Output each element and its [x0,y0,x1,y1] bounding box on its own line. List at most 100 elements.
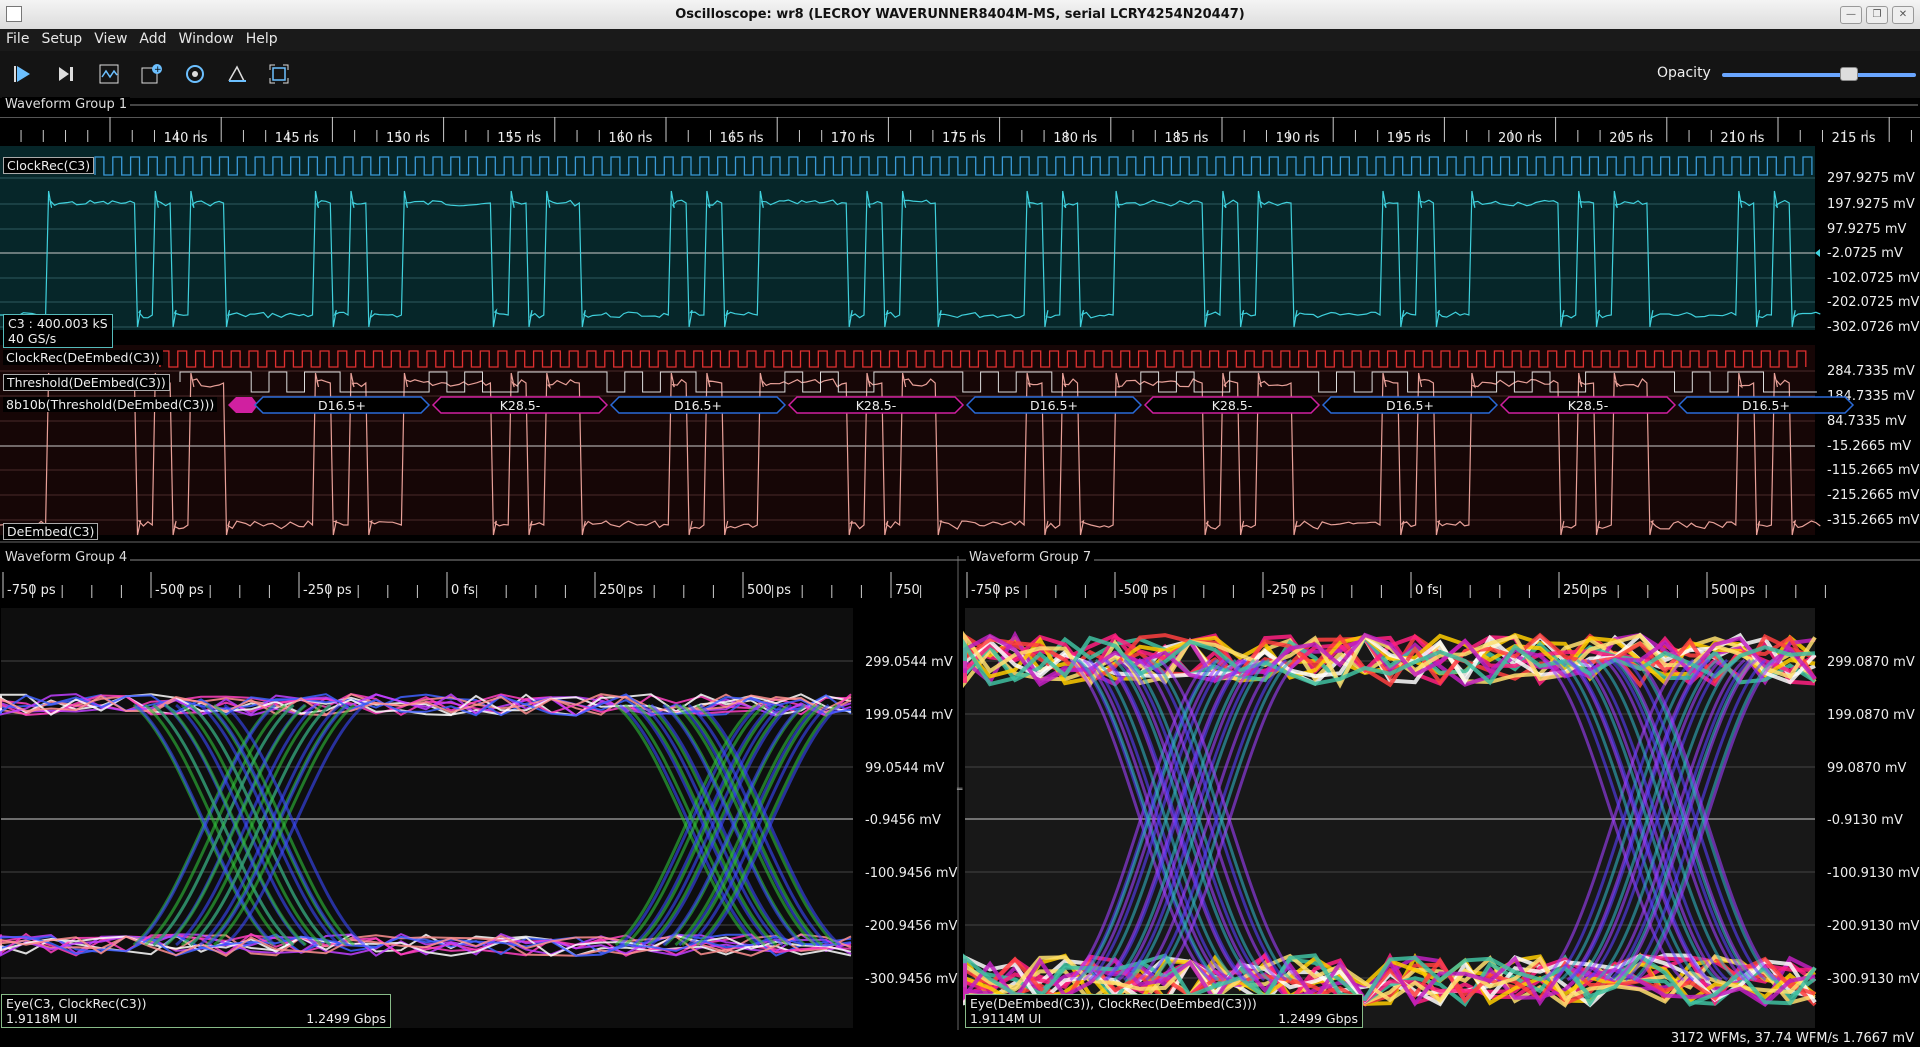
eye7-v-label-2: 99.0870 mV [1827,761,1907,776]
eye4-v-label-5: -200.9456 mV [865,919,958,934]
eye4-bitrate: 1.2499 Gbps [306,1011,386,1026]
time-tick-label-10: 190 ns [1276,131,1320,146]
deembed-v-label-3: -15.2665 mV [1827,439,1911,454]
symbol-1: K28.5- [431,396,609,414]
time-tick-label-12: 200 ns [1498,131,1542,146]
eye4-v-label-2: 99.0544 mV [865,761,945,776]
symbol-label-0: D16.5+ [318,398,366,413]
c3-sample-rate: 40 GS/s [8,331,57,346]
deembed-label[interactable]: DeEmbed(C3) [3,523,99,540]
deembed-plot-bg [0,345,1815,535]
deembed-v-label-2: 84.7335 mV [1827,414,1907,429]
eye7-tick-label-5: 500 ps [1711,583,1755,598]
c3-v-label-4: -102.0725 mV [1827,271,1920,286]
eye4-name: Eye(C3, ClockRec(C3)) [6,996,147,1011]
time-tick-label-6: 170 ns [831,131,875,146]
eye7-name: Eye(DeEmbed(C3)), ClockRec(DeEmbed(C3))) [970,996,1257,1011]
eye4-v-label-0: 299.0544 mV [865,655,953,670]
eye7-tick-label-4: 250 ps [1563,583,1607,598]
symbol-4: D16.5+ [965,396,1143,414]
eye7-v-label-4: -100.9130 mV [1827,866,1920,881]
time-tick-label-1: 145 ns [275,131,319,146]
eye4-tick-label-3: 0 fs [451,583,475,598]
eye7-v-label-3: -0.9130 mV [1827,813,1903,828]
eye7-ui-count: 1.9114M UI [970,1011,1042,1026]
eye4-tick-label-6: 750 [895,583,920,598]
eye4-tick-label-4: 250 ps [599,583,643,598]
eye7-v-label-5: -200.9130 mV [1827,919,1920,934]
time-tick-label-0: 140 ns [164,131,208,146]
group4-title: Waveform Group 4 [2,550,131,565]
eye4-tick-label-0: -750 ps [7,583,56,598]
time-tick-label-13: 205 ns [1609,131,1653,146]
time-tick-label-14: 210 ns [1720,131,1764,146]
c3-offset-marker [1815,249,1820,257]
symbol-7: K28.5- [1499,396,1677,414]
threshold-label[interactable]: Threshold(DeEmbed(C3)) [3,374,170,391]
group1-title: Waveform Group 1 [2,97,131,112]
eye7-tick-label-1: -500 ps [1119,583,1168,598]
time-tick-label-3: 155 ns [497,131,541,146]
eye7-bitrate: 1.2499 Gbps [1278,1011,1358,1026]
c3-v-label-0: 297.9275 mV [1827,171,1915,186]
deembed-v-label-6: -315.2665 mV [1827,513,1920,528]
symbol-5: K28.5- [1143,396,1321,414]
eye4-ui-count: 1.9118M UI [6,1011,78,1026]
eye7-tick-label-3: 0 fs [1415,583,1439,598]
status-text: 3172 WFMs, 37.74 WFM/s 1.7667 mV [1670,1031,1914,1046]
c3-info-box[interactable]: C3 : 400.003 kS 40 GS/s [3,314,113,348]
plot-surface: 140 ns 145 ns 150 ns 155 ns 160 ns 165 ns 170 … [0,104,1920,1030]
c3-v-label-5: -202.0725 mV [1827,295,1920,310]
symbol-3: K28.5- [787,396,965,414]
symbol-6: D16.5+ [1321,396,1499,414]
splitter-handle[interactable]: ═ [957,785,962,795]
eye4-info-box[interactable]: Eye(C3, ClockRec(C3)) 1.9118M UI 1.2499 G… [1,994,391,1028]
deembed-v-label-4: -115.2665 mV [1827,463,1920,478]
deembed-v-label-5: -215.2665 mV [1827,488,1920,503]
symbol-label-6: D16.5+ [1386,398,1434,413]
8b10b-label[interactable]: 8b10b(Threshold(DeEmbed(C3))) [3,397,218,412]
eye4-v-label-3: -0.9456 mV [865,813,941,828]
symbol-label-4: D16.5+ [1030,398,1078,413]
clockrec-deembed-label[interactable]: ClockRec(DeEmbed(C3)) [3,350,163,365]
c3-v-label-2: 97.9275 mV [1827,222,1907,237]
time-tick-label-7: 175 ns [942,131,986,146]
time-tick-label-9: 185 ns [1164,131,1208,146]
symbol-label-2: D16.5+ [674,398,722,413]
time-tick-label-8: 180 ns [1053,131,1097,146]
status-bar: 3172 WFMs, 37.74 WFM/s 1.7667 mV [0,1030,1920,1047]
eye7-tick-label-2: -250 ps [1267,583,1316,598]
clockrec-c3-label[interactable]: ClockRec(C3) [3,157,95,174]
eye7-info-box[interactable]: Eye(DeEmbed(C3)), ClockRec(DeEmbed(C3)))… [965,994,1363,1028]
eye7-v-label-0: 299.0870 mV [1827,655,1915,670]
time-tick-label-4: 160 ns [608,131,652,146]
eye4-v-label-6: -300.9456 mV [865,972,958,987]
eye4-tick-label-5: 500 ps [747,583,791,598]
eye7-v-label-1: 199.0870 mV [1827,708,1915,723]
symbol-2: D16.5+ [609,396,787,414]
symbol-label-7: K28.5- [1568,398,1609,413]
symbol-label-3: K28.5- [856,398,897,413]
eye7-v-label-6: -300.9130 mV [1827,972,1920,987]
group7-title: Waveform Group 7 [966,550,1095,565]
eye4-tick-label-1: -500 ps [155,583,204,598]
symbol-label-1: K28.5- [500,398,541,413]
time-tick-label-2: 150 ns [386,131,430,146]
symbol-label-8: D16.5+ [1742,398,1790,413]
eye7-tick-label-0: -750 ps [971,583,1020,598]
group-divider [0,541,1920,543]
eye4-v-label-4: -100.9456 mV [865,866,958,881]
time-tick-label-11: 195 ns [1387,131,1431,146]
c3-sample-count: C3 : 400.003 kS [8,316,108,331]
deembed-v-label-0: 284.7335 mV [1827,364,1915,379]
symbol-8: D16.5+ [1677,396,1855,414]
group1-axis-base [0,117,1920,118]
eye4-v-label-1: 199.0544 mV [865,708,953,723]
c3-v-label-6: -302.0726 mV [1827,320,1920,335]
symbol-0: D16.5+ [253,396,431,414]
symbol-label-5: K28.5- [1212,398,1253,413]
c3-v-label-3: -2.0725 mV [1827,246,1903,261]
time-tick-label-15: 215 ns [1832,131,1876,146]
eye4-tick-label-2: -250 ps [303,583,352,598]
c3-v-label-1: 197.9275 mV [1827,197,1915,212]
